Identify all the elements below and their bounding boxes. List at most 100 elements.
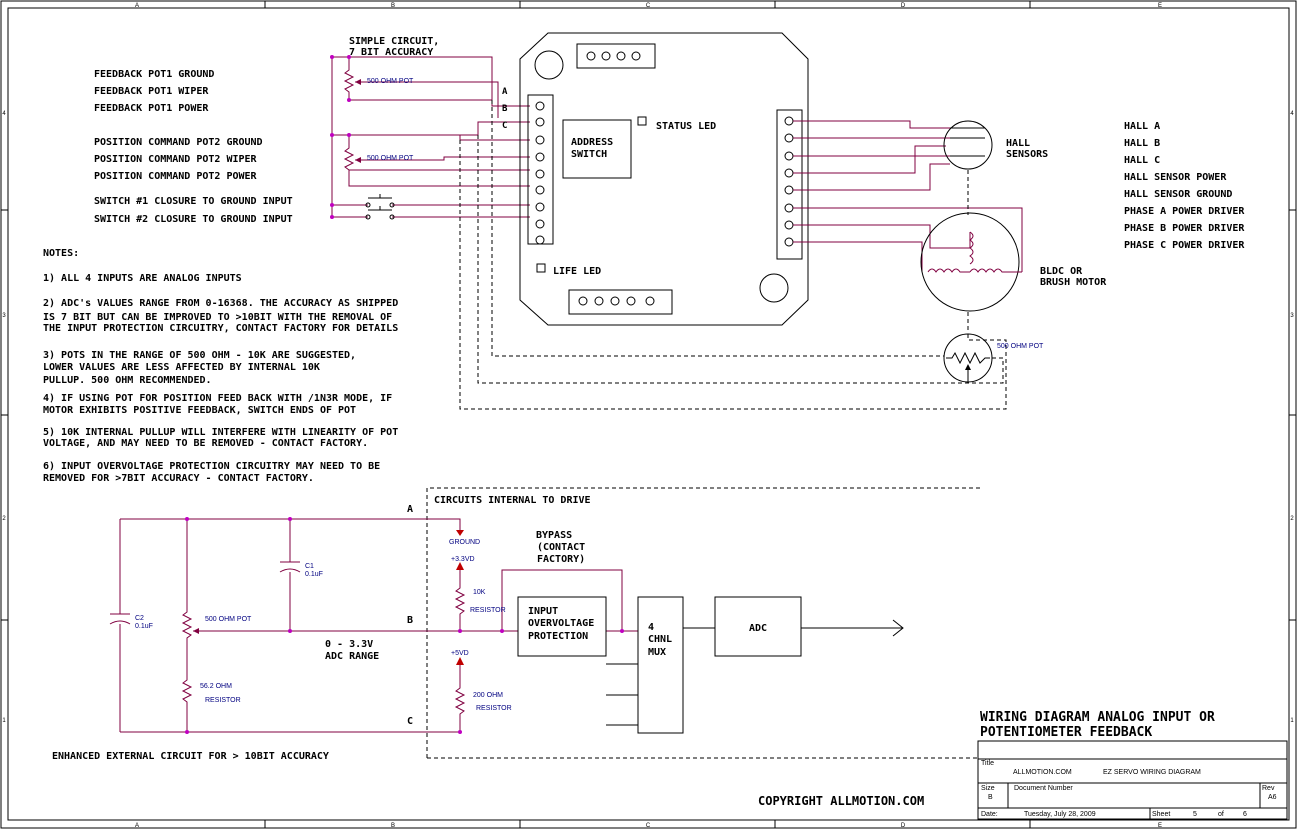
date-value: Tuesday, July 28, 2009: [1024, 811, 1096, 818]
ext-pot-label: 500 OHM POT: [205, 616, 252, 623]
copyright-label: COPYRIGHT ALLMOTION.COM: [758, 794, 924, 808]
pot1-label: 500 OHM POT: [367, 78, 414, 85]
motor-pot-label: 500 OHM POT: [997, 343, 1044, 350]
right-label: HALL C: [1124, 155, 1160, 166]
col-label: E: [1158, 3, 1162, 9]
doc-number-label: Document Number: [1014, 785, 1073, 792]
col-label: C: [646, 823, 651, 829]
notes-heading: NOTES:: [43, 248, 79, 259]
right-label: PHASE A POWER DRIVER: [1124, 206, 1245, 217]
note-line: IS 7 BIT BUT CAN BE IMPROVED TO >10BIT W…: [43, 312, 392, 323]
right-label: PHASE C POWER DRIVER: [1124, 240, 1245, 251]
r200-label: RESISTOR: [476, 705, 512, 712]
col-label: A: [135, 823, 139, 829]
row-label: 1: [1290, 718, 1294, 724]
mux-label: MUX: [648, 647, 666, 658]
hall-sensors-label: HALL: [1006, 138, 1030, 149]
status-led: [637, 116, 647, 126]
c1-label: C1: [305, 563, 314, 570]
note-line: 5) 10K INTERNAL PULLUP WILL INTERFERE WI…: [43, 427, 398, 438]
right-label: HALL SENSOR POWER: [1124, 172, 1227, 183]
col-label: C: [646, 3, 651, 9]
input-wiring: [330, 55, 530, 220]
simple-circuit-label: 7 BIT ACCURACY: [349, 47, 433, 58]
of-field-label: of: [1218, 811, 1224, 818]
col-label: E: [1158, 823, 1162, 829]
note-line: PULLUP. 500 OHM RECOMMENDED.: [43, 375, 212, 386]
doc-title: EZ SERVO WIRING DIAGRAM: [1103, 769, 1201, 776]
terminal-b-label: B: [502, 104, 508, 114]
internal-circuit-label: CIRCUITS INTERNAL TO DRIVE: [434, 495, 591, 506]
row-label: 1: [2, 718, 6, 724]
v33-label: +3.3VD: [451, 556, 475, 563]
bypass-label: FACTORY): [537, 554, 585, 565]
col-label: B: [391, 823, 395, 829]
row-label: 3: [1290, 313, 1294, 319]
node-b-label: B: [407, 615, 413, 626]
note-line: THE INPUT PROTECTION CIRCUITRY, CONTACT …: [43, 323, 398, 334]
protection-label: PROTECTION: [528, 631, 588, 642]
col-label: B: [391, 3, 395, 9]
hall-sensors-label: SENSORS: [1006, 149, 1048, 160]
ground-label: GROUND: [449, 539, 480, 546]
adc-range-label: 0 - 3.3V: [325, 639, 373, 650]
col-label: D: [901, 3, 906, 9]
note-line: 6) INPUT OVERVOLTAGE PROTECTION CIRCUITR…: [43, 461, 380, 472]
mux-label: CHNL: [648, 634, 672, 645]
bypass-label: (CONTACT: [537, 542, 585, 553]
motor-connector: [776, 109, 803, 260]
company-name: ALLMOTION.COM: [1013, 769, 1072, 776]
rev-value: A6: [1268, 794, 1277, 801]
c1-label: 0.1uF: [305, 571, 323, 578]
r562-label: RESISTOR: [205, 697, 241, 704]
col-label: D: [901, 823, 906, 829]
r10k-label: RESISTOR: [470, 607, 506, 614]
right-label: HALL B: [1124, 138, 1160, 149]
rev-field-label: Rev: [1262, 785, 1275, 792]
enhanced-circuit-label: ENHANCED EXTERNAL CIRCUIT FOR > 10BIT AC…: [52, 751, 329, 762]
sheet-field-label: Sheet: [1152, 811, 1170, 818]
right-label: HALL SENSOR GROUND: [1124, 189, 1232, 200]
title-block: [977, 740, 1288, 820]
feedback-pot-label: FEEDBACK POT1 GROUND: [94, 69, 214, 80]
note-line: MOTOR EXHIBITS POSITIVE FEEDBACK, SWITCH…: [43, 405, 356, 416]
feedback-pot-label: FEEDBACK POT1 WIPER: [94, 86, 209, 97]
node-c-label: C: [407, 716, 413, 727]
position-pot-label: POSITION COMMAND POT2 POWER: [94, 171, 258, 182]
title-line: WIRING DIAGRAM ANALOG INPUT OR: [980, 710, 1215, 725]
position-pot-label: POSITION COMMAND POT2 WIPER: [94, 154, 258, 165]
address-switch-label: SWITCH: [571, 149, 607, 160]
of-value: 6: [1243, 811, 1247, 818]
c2-label: 0.1uF: [135, 623, 153, 630]
adc-range-label: ADC RANGE: [325, 651, 379, 662]
drive-board: [519, 32, 809, 326]
mux-label: 4: [648, 622, 654, 633]
title-field-label: Title: [981, 760, 994, 767]
terminal-a-label: A: [502, 87, 508, 97]
motor-label: BLDC OR: [1040, 266, 1083, 277]
note-line: LOWER VALUES ARE LESS AFFECTED BY INTERN…: [43, 362, 320, 373]
r200-label: 200 OHM: [473, 692, 503, 699]
v5-label: +5VD: [451, 650, 469, 657]
note-line: REMOVED FOR >7BIT ACCURACY - CONTACT FAC…: [43, 473, 314, 484]
note-line: 3) POTS IN THE RANGE OF 500 OHM - 10K AR…: [43, 350, 356, 361]
title-line: POTENTIOMETER FEEDBACK: [980, 725, 1152, 740]
col-label: A: [135, 3, 139, 9]
protection-label: INPUT: [528, 606, 558, 617]
date-field-label: Date:: [981, 811, 998, 818]
row-label: 4: [2, 111, 6, 117]
size-field-label: Size: [981, 785, 995, 792]
mux-block: [637, 596, 684, 734]
row-label: 4: [1290, 111, 1294, 117]
switch-label: SWITCH #2 CLOSURE TO GROUND INPUT: [94, 214, 293, 225]
bypass-label: BYPASS: [536, 530, 572, 541]
position-pot-label: POSITION COMMAND POT2 GROUND: [94, 137, 263, 148]
note-line: 2) ADC's VALUES RANGE FROM 0-16368. THE …: [43, 298, 398, 309]
row-label: 2: [2, 516, 6, 522]
note-line: 1) ALL 4 INPUTS ARE ANALOG INPUTS: [43, 273, 242, 284]
input-connector: [527, 94, 554, 245]
right-label: PHASE B POWER DRIVER: [1124, 223, 1245, 234]
note-line: 4) IF USING POT FOR POSITION FEED BACK W…: [43, 393, 392, 404]
terminal-c-label: C: [502, 121, 507, 131]
size-value: B: [988, 794, 993, 801]
